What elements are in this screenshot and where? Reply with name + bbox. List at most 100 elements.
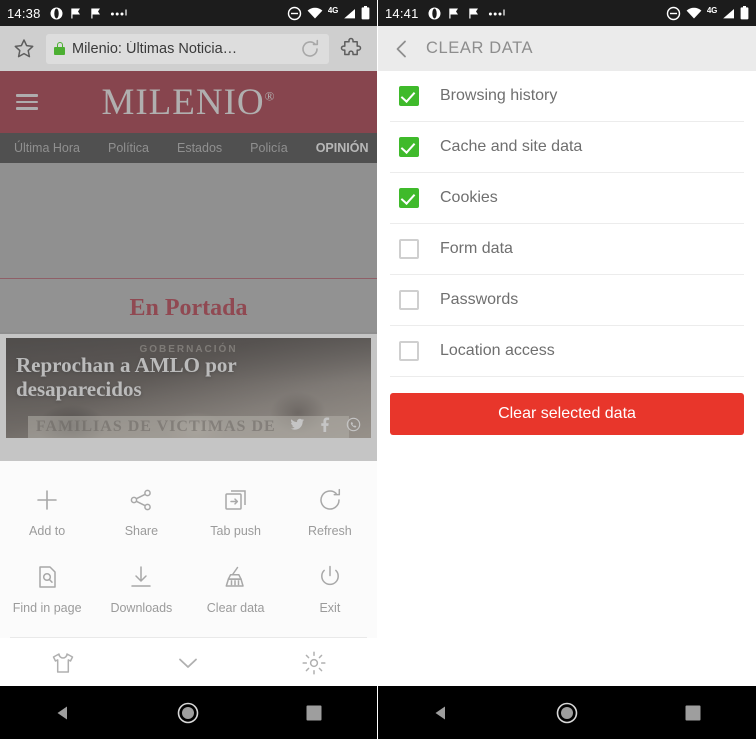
signal-icon: [344, 8, 355, 18]
option-label: Cache and site data: [440, 138, 583, 155]
lock-icon: [54, 42, 65, 55]
home-circle-icon[interactable]: [555, 701, 579, 725]
menu-item-label: Downloads: [110, 601, 173, 615]
network-type-label: 4G: [706, 5, 717, 15]
refresh-icon[interactable]: [299, 38, 321, 60]
checkbox-checked-icon[interactable]: [399, 86, 419, 106]
menu-item-label: Share: [124, 524, 159, 538]
menu-item-add-to[interactable]: Add to: [0, 475, 94, 552]
checkbox-unchecked-icon[interactable]: [399, 239, 419, 259]
wifi-icon: [307, 7, 323, 19]
more-dots-icon: [110, 9, 127, 15]
menu-item-share[interactable]: Share: [94, 475, 188, 552]
dual-screenshot: 14:38 4G Milenio: Últimas Noticia… MILEN…: [0, 0, 756, 739]
chevron-down-icon[interactable]: [173, 648, 203, 678]
clear-selected-data-button[interactable]: Clear selected data: [390, 393, 744, 435]
tab-push-icon: [224, 490, 246, 510]
hamburger-icon[interactable]: [16, 94, 38, 110]
flag-icon: [448, 8, 458, 18]
nav-item-opinion[interactable]: OPINIÓN: [316, 141, 369, 155]
option-row-browsing-history[interactable]: Browsing history: [390, 71, 744, 122]
menu-item-refresh[interactable]: Refresh: [283, 475, 377, 552]
do-not-disturb-icon: [287, 6, 302, 20]
whatsapp-icon[interactable]: [346, 417, 361, 432]
signal-icon: [723, 8, 734, 18]
refresh-icon: [320, 488, 340, 510]
flag-icon: [468, 8, 478, 18]
home-circle-icon[interactable]: [176, 701, 200, 725]
page-blank-region: [0, 163, 377, 278]
back-triangle-icon[interactable]: [53, 703, 73, 723]
web-page-content: MILENIO® Última Hora Política Estados Po…: [0, 71, 377, 461]
checkbox-checked-icon[interactable]: [399, 137, 419, 157]
option-label: Browsing history: [440, 87, 558, 104]
page-title: Milenio: Últimas Noticia…: [72, 40, 238, 57]
right-phone-screen: 14:41 4G CLEAR DATA Browsing history Cac…: [378, 0, 756, 739]
menu-item-label: Tab push: [210, 524, 261, 538]
share-icon: [131, 489, 152, 511]
nav-item-ultima-hora[interactable]: Última Hora: [14, 141, 80, 155]
menu-item-label: Exit: [319, 601, 341, 615]
browser-toolbar: Milenio: Últimas Noticia…: [0, 26, 377, 71]
menu-item-label: Refresh: [307, 524, 352, 538]
milenio-logo: MILENIO®: [101, 81, 276, 123]
hero-headline: Reprochan a AMLO por desaparecidos: [16, 353, 237, 401]
checkbox-unchecked-icon[interactable]: [399, 290, 419, 310]
chevron-left-icon[interactable]: [391, 38, 413, 60]
option-row-passwords[interactable]: Passwords: [390, 275, 744, 326]
option-row-cache-and-site-data[interactable]: Cache and site data: [390, 122, 744, 173]
site-navigation: Última Hora Política Estados Policía OPI…: [0, 133, 377, 163]
recents-square-icon[interactable]: [305, 704, 323, 722]
hero-banner-text: FAMILIAS DE VICTIMAS DE: [35, 418, 276, 435]
broom-icon: [225, 566, 244, 587]
status-bar: 14:38 4G: [0, 0, 377, 26]
star-icon[interactable]: [12, 37, 36, 61]
opera-icon: [428, 7, 441, 19]
clear-data-options-list: Browsing history Cache and site data Coo…: [378, 71, 756, 377]
puzzle-icon[interactable]: [339, 36, 365, 62]
nav-item-policia[interactable]: Policía: [250, 141, 288, 155]
gear-icon[interactable]: [300, 649, 328, 677]
network-type-label: 4G: [327, 5, 338, 15]
clear-data-header: CLEAR DATA: [378, 26, 756, 71]
plus-icon: [37, 490, 57, 510]
checkbox-checked-icon[interactable]: [399, 188, 419, 208]
tshirt-icon[interactable]: [49, 649, 77, 677]
download-icon: [131, 566, 152, 587]
left-phone-screen: 14:38 4G Milenio: Últimas Noticia… MILEN…: [0, 0, 378, 739]
power-icon: [320, 565, 339, 586]
battery-icon: [361, 6, 370, 20]
opera-menu-grid: Add to Share Tab push Refresh Find in pa…: [0, 461, 377, 637]
option-row-location-access[interactable]: Location access: [390, 326, 744, 377]
section-divider: [0, 332, 377, 334]
address-bar[interactable]: Milenio: Últimas Noticia…: [46, 33, 329, 64]
twitter-icon[interactable]: [290, 417, 305, 432]
status-bar-notification-icons: [428, 7, 506, 20]
opera-icon: [50, 7, 63, 19]
menu-item-label: Add to: [29, 524, 66, 538]
option-row-cookies[interactable]: Cookies: [390, 173, 744, 224]
option-row-form-data[interactable]: Form data: [390, 224, 744, 275]
checkbox-unchecked-icon[interactable]: [399, 341, 419, 361]
option-label: Passwords: [440, 291, 519, 308]
social-share-icons: [290, 417, 361, 432]
menu-item-clear-data[interactable]: Clear data: [189, 552, 283, 629]
facebook-icon[interactable]: [318, 417, 333, 432]
more-dots-icon: [488, 9, 505, 15]
recents-square-icon[interactable]: [684, 704, 702, 722]
menu-item-find-in-page[interactable]: Find in page: [0, 552, 94, 629]
back-triangle-icon[interactable]: [431, 703, 451, 723]
menu-item-exit[interactable]: Exit: [283, 552, 377, 629]
android-navigation-bar: [0, 686, 377, 739]
nav-item-estados[interactable]: Estados: [177, 141, 222, 155]
status-bar-system-icons: 4G: [666, 6, 749, 21]
nav-item-politica[interactable]: Política: [108, 141, 149, 155]
status-bar-clock: 14:41: [385, 5, 419, 21]
screen-title: CLEAR DATA: [426, 39, 534, 57]
hero-article[interactable]: GOBERNACIÓN Reprochan a AMLO por desapar…: [6, 338, 371, 438]
option-label: Cookies: [440, 189, 498, 206]
battery-icon: [740, 6, 749, 20]
menu-item-downloads[interactable]: Downloads: [94, 552, 188, 629]
site-header: MILENIO®: [0, 71, 377, 133]
menu-item-tab-push[interactable]: Tab push: [189, 475, 283, 552]
